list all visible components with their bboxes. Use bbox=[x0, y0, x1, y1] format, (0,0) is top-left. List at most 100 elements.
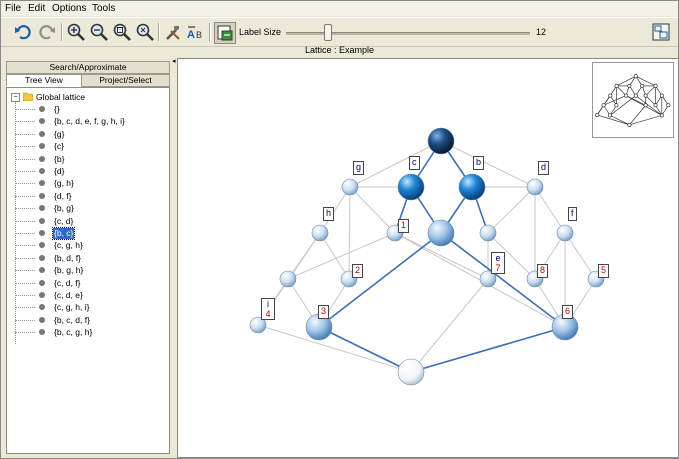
lattice-edge bbox=[564, 232, 597, 280]
zoom-reset-icon[interactable] bbox=[135, 22, 155, 42]
lattice-label-c[interactable]: c bbox=[409, 156, 420, 170]
tree-item[interactable]: {c} bbox=[15, 141, 165, 152]
tab-project-select[interactable]: Project/Select bbox=[81, 74, 170, 87]
tree-item[interactable]: {c, d, f} bbox=[15, 278, 165, 289]
tree-item[interactable]: {b, g, h} bbox=[15, 265, 165, 276]
lattice-node[interactable] bbox=[427, 219, 455, 247]
tree-item[interactable]: {c, g, h, i} bbox=[15, 302, 165, 313]
tree-item[interactable]: {} bbox=[15, 104, 165, 115]
lattice-node[interactable] bbox=[427, 127, 455, 155]
tree-item[interactable]: {c, d} bbox=[15, 216, 165, 227]
concept-node-icon bbox=[39, 155, 45, 162]
redo-icon[interactable] bbox=[37, 22, 57, 42]
tree-item[interactable]: {d, f} bbox=[15, 191, 165, 202]
tree-item[interactable]: {b, c} bbox=[15, 227, 165, 240]
minimap-node bbox=[614, 83, 619, 88]
tree-item-label: {c, g, h, i} bbox=[54, 302, 90, 313]
tab-tree-view[interactable]: Tree View bbox=[6, 74, 82, 87]
concept-node-icon bbox=[39, 192, 45, 199]
lattice-node[interactable] bbox=[556, 224, 574, 242]
lattice-label-h[interactable]: h bbox=[323, 207, 335, 221]
lattice-label-2[interactable]: 2 bbox=[352, 264, 364, 278]
concept-node-icon bbox=[39, 279, 45, 286]
tree-item[interactable]: {b, c, g, h} bbox=[15, 327, 165, 338]
tree-item-label: {c, d} bbox=[54, 215, 74, 226]
label-size-slider-thumb[interactable] bbox=[324, 24, 333, 41]
concept-node-icon bbox=[39, 267, 45, 274]
tree-item[interactable]: {b, c, d, e, f, g, h, i} bbox=[15, 116, 165, 127]
lattice-label-f[interactable]: f bbox=[568, 207, 577, 221]
minimap-node bbox=[608, 93, 613, 98]
lattice-node[interactable] bbox=[458, 173, 486, 201]
lattice-edge-highlight bbox=[410, 326, 566, 373]
lattice-label-i-4[interactable]: i 4 bbox=[261, 298, 275, 320]
lattice-node[interactable] bbox=[311, 224, 329, 242]
tree-item[interactable]: {c, g, h} bbox=[15, 240, 165, 251]
lattice-canvas[interactable]: g c b d h 1 f 2 e 7 8 5 3 6 i 4 bbox=[177, 58, 678, 458]
lattice-edge bbox=[257, 324, 412, 373]
lattice-label-5[interactable]: 5 bbox=[598, 264, 610, 278]
lattice-label-d[interactable]: d bbox=[538, 161, 550, 175]
menu-tools[interactable]: Tools bbox=[92, 3, 115, 14]
tree-item[interactable]: {b, g} bbox=[15, 203, 165, 214]
zoom-fit-icon[interactable] bbox=[112, 22, 132, 42]
minimap-node bbox=[659, 93, 664, 98]
lattice-node[interactable] bbox=[397, 173, 425, 201]
concept-node-icon bbox=[39, 292, 45, 298]
tree-item[interactable]: {g} bbox=[15, 129, 165, 140]
zoom-out-icon[interactable] bbox=[89, 22, 109, 42]
lattice-node[interactable] bbox=[526, 178, 544, 196]
tree-item-label: {g, h} bbox=[54, 178, 74, 189]
tab-search-approximate[interactable]: Search/Approximate bbox=[6, 61, 170, 74]
label-size-slider[interactable] bbox=[286, 32, 530, 35]
lattice-label-6[interactable]: 6 bbox=[562, 305, 574, 319]
tree-item-label: {c, g, h} bbox=[54, 240, 83, 251]
lattice-label-b[interactable]: b bbox=[473, 156, 485, 170]
minimap-node bbox=[627, 122, 632, 127]
tree-item-label: {b, c, d, f} bbox=[54, 314, 90, 325]
tree-item[interactable]: {b} bbox=[15, 154, 165, 165]
lattice-node[interactable] bbox=[279, 270, 297, 288]
lattice-label-3[interactable]: 3 bbox=[318, 305, 330, 319]
concept-node-icon bbox=[39, 130, 45, 137]
lattice-label-8[interactable]: 8 bbox=[537, 264, 549, 278]
tree-view[interactable]: − Global lattice {} {b, c, d, e, f, g, h,… bbox=[6, 87, 170, 454]
lattice-edge-highlight bbox=[318, 326, 412, 373]
overview-minimap[interactable] bbox=[592, 62, 674, 138]
undo-icon[interactable] bbox=[13, 22, 33, 42]
lattice-node[interactable] bbox=[341, 178, 359, 196]
svg-text:A: A bbox=[187, 29, 195, 41]
minimap-node bbox=[608, 113, 613, 118]
tree-item-label: {b, g} bbox=[54, 203, 74, 214]
tree-item[interactable]: {g, h} bbox=[15, 178, 165, 189]
tree-item[interactable]: {b, c, d, f} bbox=[15, 315, 165, 326]
label-ab-icon[interactable]: AB bbox=[186, 22, 206, 42]
lattice-edge-highlight bbox=[318, 232, 442, 328]
tree-item[interactable]: {d} bbox=[15, 166, 165, 177]
lattice-node[interactable] bbox=[479, 224, 497, 242]
lattice-node[interactable] bbox=[397, 358, 425, 386]
zoom-in-icon[interactable] bbox=[66, 22, 86, 42]
minimap-node bbox=[659, 113, 664, 118]
menu-edit[interactable]: Edit bbox=[28, 3, 45, 14]
tree-item[interactable]: {b, d, f} bbox=[15, 253, 165, 264]
minimap-node bbox=[640, 83, 645, 88]
tree-item-label: {b} bbox=[54, 153, 65, 164]
lattice-label-1[interactable]: 1 bbox=[398, 219, 410, 233]
left-panel: Search/Approximate Tree View Project/Sel… bbox=[3, 58, 171, 456]
lattice-label-g[interactable]: g bbox=[353, 161, 365, 175]
lattice-label-e-7[interactable]: e 7 bbox=[491, 252, 505, 274]
tree-item-label: {b, c, d, e, f, g, h, i} bbox=[54, 116, 125, 127]
tree-item-label: {d} bbox=[54, 166, 65, 176]
collapse-toggle[interactable]: − bbox=[11, 93, 20, 102]
overview-toggle-icon[interactable] bbox=[651, 22, 671, 42]
lattice-label-e: e bbox=[495, 253, 501, 263]
export-icon[interactable] bbox=[214, 22, 236, 44]
menu-file[interactable]: File bbox=[5, 3, 21, 14]
tree-item[interactable]: {c, d, e} bbox=[15, 290, 165, 301]
tree-item-label: {c, d, f} bbox=[54, 277, 81, 288]
app-window: File Edit Options Tools AB Label Size 12… bbox=[0, 0, 679, 459]
menu-options[interactable]: Options bbox=[52, 3, 86, 14]
tree-item-label: {b, c, g, h} bbox=[54, 327, 93, 338]
tools-icon[interactable] bbox=[163, 22, 183, 42]
